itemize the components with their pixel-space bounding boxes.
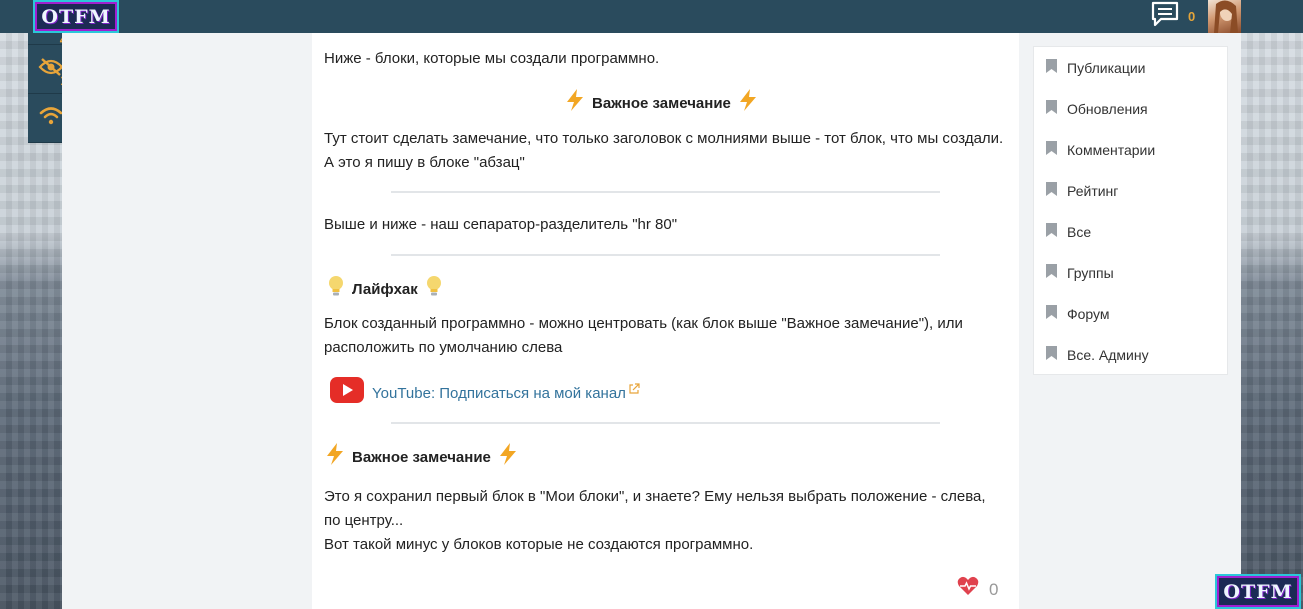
menu-item-label: Все. Админу [1067, 346, 1149, 363]
heading-lifehack-text: Лайфхак [352, 281, 418, 298]
heading-important-1: Важное замечание [564, 88, 759, 120]
separator [391, 191, 940, 193]
bookmark-icon [1046, 305, 1057, 322]
menu-item-publications[interactable]: Публикации [1034, 47, 1227, 88]
heading-important-2-text: Важное замечание [352, 449, 491, 466]
bookmark-icon [1046, 182, 1057, 199]
bookmark-icon [1046, 141, 1057, 158]
lightning-icon [497, 442, 519, 474]
heart-pulse-icon [957, 576, 979, 603]
menu-item-label: Обновления [1067, 100, 1148, 117]
background-right [1241, 33, 1303, 609]
separator [391, 254, 940, 256]
separator [391, 422, 940, 424]
wifi-icon [39, 106, 63, 131]
lightning-icon [564, 88, 586, 120]
article-content: Ниже - блоки, которые мы создали програм… [312, 33, 1019, 609]
bookmark-icon [1046, 346, 1057, 363]
paragraph-minus: Вот такой минус у блоков которые не созд… [324, 536, 754, 553]
menu-item-label: Рейтинг [1067, 182, 1119, 199]
site-logo[interactable]: OTFM [33, 0, 119, 33]
menu-item-label: Все [1067, 223, 1092, 240]
youtube-link[interactable]: YouTube: Подписаться на мой канал [372, 382, 626, 406]
bookmark-icon [1046, 100, 1057, 117]
lightning-icon [324, 442, 346, 474]
comments-icon [1150, 1, 1180, 32]
lightbulb-icon [424, 274, 444, 306]
user-avatar[interactable] [1208, 0, 1241, 33]
heading-important-1-text: Важное замечание [592, 95, 731, 112]
heading-lifehack: Лайфхак [326, 274, 444, 306]
menu-item-comments[interactable]: Комментарии [1034, 129, 1227, 170]
paragraph-note: Тут стоит сделать замечание, что только … [324, 130, 1004, 171]
left-column [62, 33, 312, 609]
menu-item-all[interactable]: Все [1034, 211, 1227, 252]
like-button[interactable]: 0 [957, 576, 998, 603]
site-logo-bottom[interactable]: OTFM [1215, 574, 1301, 609]
bookmark-icon [1046, 59, 1057, 76]
logo-text: OTFM [41, 5, 111, 28]
logo-text: OTFM [1223, 580, 1293, 603]
youtube-subscribe[interactable]: YouTube: Подписаться на мой канал [330, 377, 640, 411]
notifications-button[interactable]: 0 [1150, 1, 1205, 32]
menu-item-updates[interactable]: Обновления [1034, 88, 1227, 129]
menu-item-label: Публикации [1067, 59, 1146, 76]
menu-item-groups[interactable]: Группы [1034, 252, 1227, 293]
top-bar: OTFM 0 [0, 0, 1303, 33]
lightning-icon [737, 88, 759, 120]
paragraph-intro: Ниже - блоки, которые мы создали програм… [324, 50, 660, 67]
menu-item-rating[interactable]: Рейтинг [1034, 170, 1227, 211]
paragraph-separator-note: Выше и ниже - наш сепаратор-разделитель … [324, 216, 678, 233]
menu-item-forum[interactable]: Форум [1034, 293, 1227, 334]
bookmark-icon [1046, 223, 1057, 240]
bookmark-icon [1046, 264, 1057, 281]
like-count: 0 [989, 579, 999, 599]
heading-important-2: Важное замечание [324, 442, 519, 474]
menu-item-label: Группы [1067, 264, 1114, 281]
menu-item-label: Комментарии [1067, 141, 1156, 158]
menu-item-label: Форум [1067, 305, 1110, 322]
notifications-count: 0 [1188, 8, 1196, 24]
lightbulb-icon [326, 274, 346, 306]
external-link-icon [628, 379, 640, 403]
right-menu: Публикации Обновления Комментарии Рейтин… [1033, 46, 1228, 375]
paragraph-lifehack: Блок созданный программно - можно центро… [324, 315, 963, 356]
menu-item-all-admin[interactable]: Все. Админу [1034, 334, 1227, 375]
youtube-icon [330, 377, 364, 411]
paragraph-saved-block: Это я сохранил первый блок в "Мои блоки"… [324, 488, 986, 529]
